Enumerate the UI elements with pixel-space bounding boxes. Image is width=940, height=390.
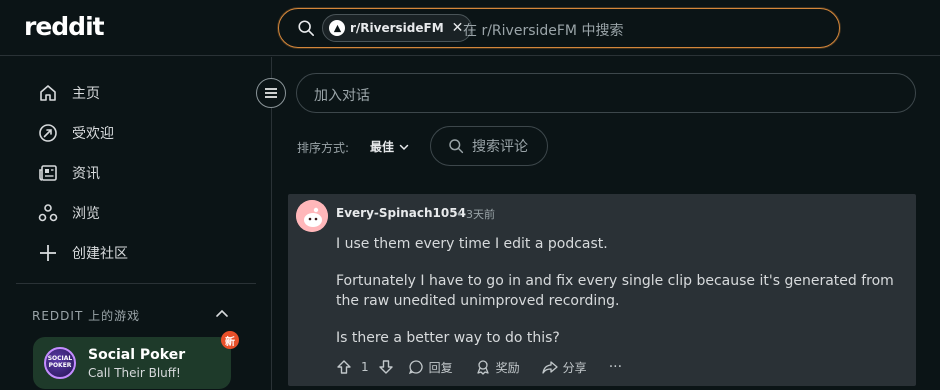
reply-label: 回复: [428, 360, 453, 375]
subreddit-icon: [329, 20, 345, 36]
sort-dropdown[interactable]: 最佳: [370, 138, 410, 155]
sort-label: 排序方式:: [297, 141, 350, 155]
sidebar-item-label: 资讯: [72, 166, 100, 182]
search-bar[interactable]: r/RiversideFM ✕ 在 r/RiversideFM 中搜索: [278, 8, 840, 48]
sidebar-item-home[interactable]: 主页: [38, 81, 100, 105]
conversation-placeholder: 加入对话: [314, 88, 370, 104]
upvote-icon[interactable]: [336, 359, 352, 375]
sidebar-item-label: 浏览: [72, 206, 100, 222]
more-options-button[interactable]: ···: [609, 359, 622, 375]
sort-value: 最佳: [370, 140, 395, 154]
game-title: Social Poker: [88, 347, 186, 363]
comment-paragraph: Is there a better way to do this?: [336, 330, 560, 346]
award-icon: [477, 360, 489, 375]
reply-button[interactable]: 回复: [408, 359, 453, 376]
subreddit-filter-chip[interactable]: r/RiversideFM ✕: [322, 14, 473, 42]
popular-icon: [39, 124, 57, 142]
comment-author[interactable]: Every-Spinach1054: [336, 206, 466, 220]
section-title: REDDIT 上的游戏: [32, 309, 141, 323]
close-icon[interactable]: ✕: [452, 21, 464, 35]
plus-icon: [40, 245, 56, 261]
game-avatar: SOCIAL POKER: [44, 347, 76, 379]
comment-actions: 1 回复 奖励 分享 ···: [336, 357, 644, 377]
avatar[interactable]: [296, 200, 328, 232]
sidebar-item-news[interactable]: 资讯: [38, 161, 100, 185]
search-comments-label: 搜索评论: [472, 139, 528, 155]
search-icon: [298, 20, 315, 37]
sidebar-item-create-community[interactable]: 创建社区: [38, 241, 128, 265]
vote-count: 1: [361, 360, 369, 374]
downvote-icon[interactable]: [378, 359, 394, 375]
share-label: 分享: [562, 360, 587, 375]
more-options-icon: ···: [608, 359, 623, 375]
comment-paragraph: Fortunately I have to go in and fix ever…: [336, 273, 894, 309]
comment-timestamp: • 3天前: [456, 208, 495, 221]
search-comments-button[interactable]: 搜索评论: [430, 126, 548, 166]
menu-icon: [265, 88, 277, 98]
award-button[interactable]: 奖励: [475, 359, 520, 376]
share-button[interactable]: 分享: [542, 359, 587, 376]
left-sidebar: 主页 受欢迎 资讯 浏览 创建社区 REDDIT 上的游戏 SOCIAL POK…: [0, 57, 272, 390]
snoo-avatar-icon: [296, 200, 328, 232]
sidebar-item-label: 受欢迎: [72, 126, 114, 142]
search-placeholder: 在 r/RiversideFM 中搜索: [463, 23, 624, 39]
award-label: 奖励: [495, 360, 520, 375]
explore-icon: [38, 204, 58, 222]
home-icon: [40, 85, 56, 101]
sidebar-divider: [16, 283, 256, 284]
sidebar-item-explore[interactable]: 浏览: [38, 201, 100, 225]
join-conversation-input[interactable]: 加入对话: [296, 73, 916, 113]
chevron-down-icon: [399, 144, 409, 150]
reddit-logo[interactable]: reddit: [24, 12, 105, 41]
share-icon: [542, 361, 558, 374]
sidebar-item-label: 主页: [72, 86, 100, 102]
chip-label: r/RiversideFM: [350, 21, 444, 35]
game-subtitle: Call Their Bluff!: [88, 366, 181, 380]
search-icon: [449, 139, 464, 154]
sidebar-item-label: 创建社区: [72, 246, 128, 262]
chevron-up-icon[interactable]: [214, 306, 230, 322]
top-header: reddit r/RiversideFM ✕ 在 r/RiversideFM 中…: [0, 0, 940, 56]
sidebar-item-popular[interactable]: 受欢迎: [38, 121, 114, 145]
game-card[interactable]: SOCIAL POKER Social Poker Call Their Blu…: [33, 337, 231, 389]
new-badge: 新: [221, 331, 239, 349]
reply-icon: [408, 360, 423, 375]
news-icon: [39, 165, 57, 181]
menu-button[interactable]: [256, 78, 286, 108]
vote-group: 1: [336, 359, 394, 375]
comment-paragraph: I use them every time I edit a podcast.: [336, 236, 608, 252]
